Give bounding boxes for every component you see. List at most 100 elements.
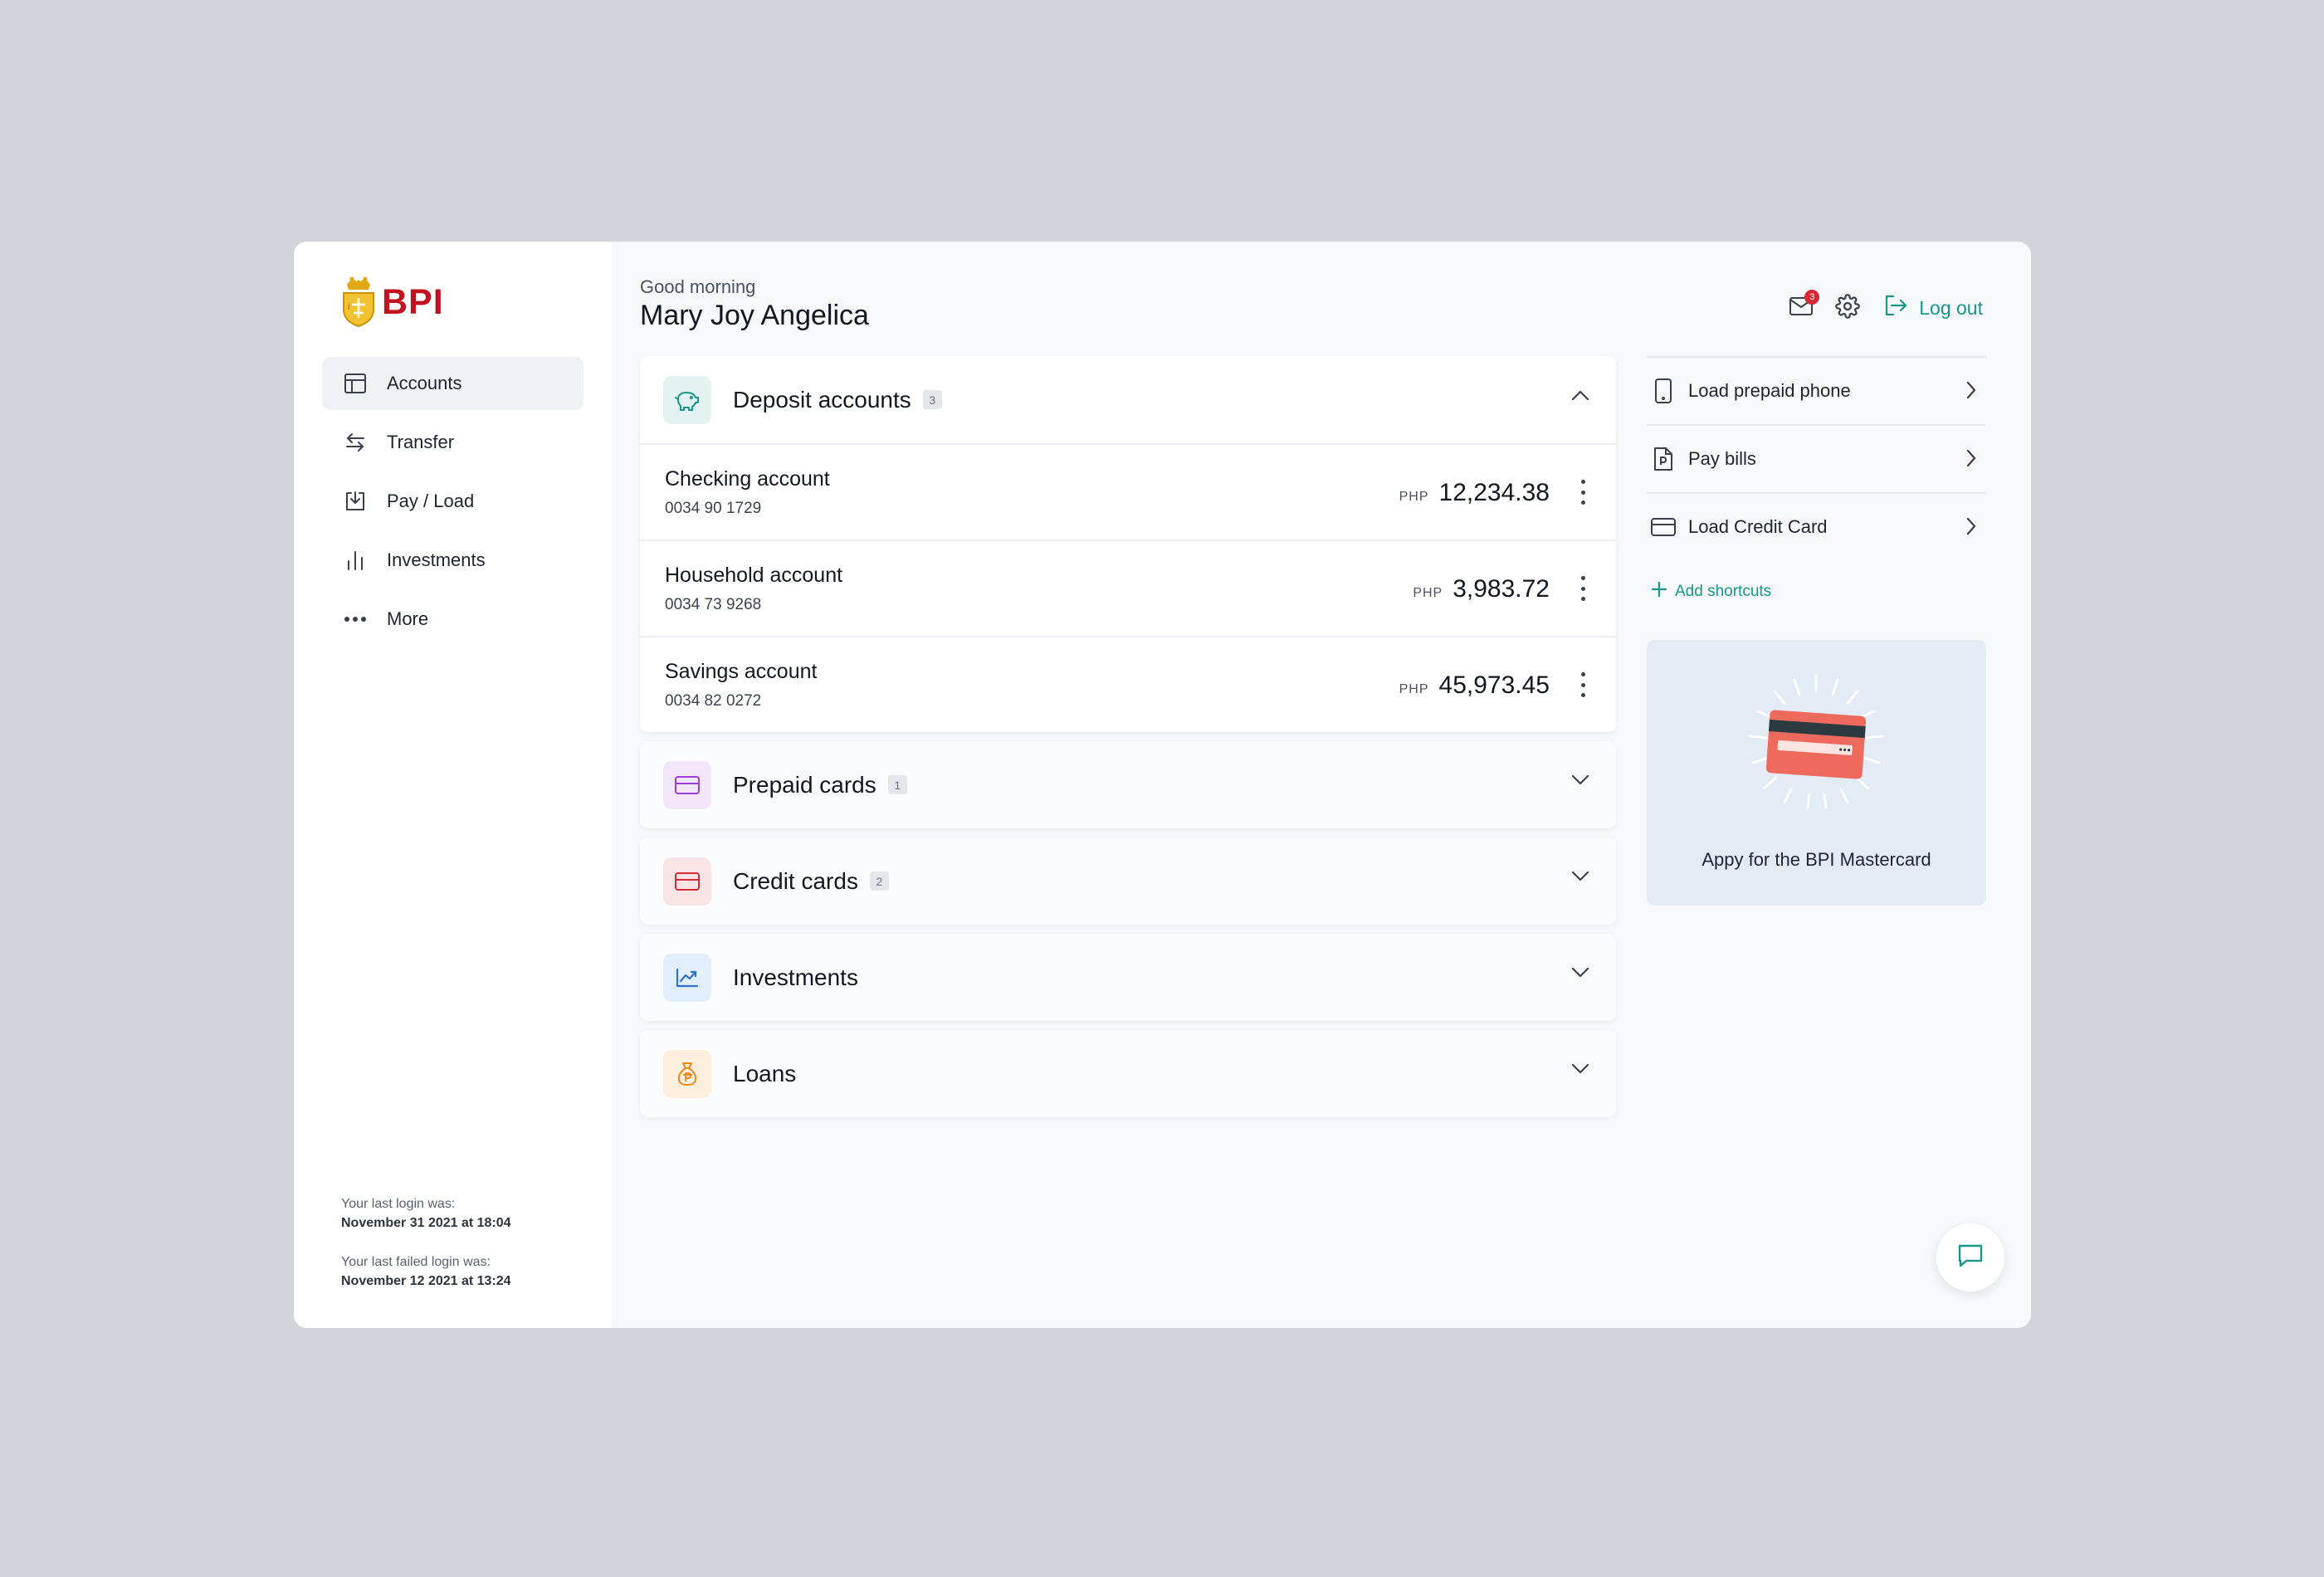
piggy-bank-icon bbox=[663, 375, 711, 424]
balance-amount: 45,973.45 bbox=[1438, 671, 1550, 699]
sidebar-item-label: Pay / Load bbox=[387, 491, 475, 511]
credit-card-icon bbox=[663, 857, 711, 906]
chat-bubble-icon bbox=[1957, 1243, 1984, 1272]
last-login-value: November 31 2021 at 18:04 bbox=[341, 1216, 511, 1230]
chat-button[interactable] bbox=[1936, 1223, 2004, 1291]
deposit-accounts-panel: Deposit accounts 3 Checking account 0034… bbox=[640, 356, 1616, 732]
svg-text:i: i bbox=[348, 300, 350, 312]
logout-icon bbox=[1884, 295, 1919, 321]
credit-cards-header[interactable]: Credit cards 2 bbox=[640, 837, 1616, 925]
prepaid-cards-panel[interactable]: Prepaid cards 1 bbox=[640, 741, 1616, 828]
last-failed-login-value: November 12 2021 at 13:24 bbox=[341, 1274, 511, 1288]
mail-button[interactable]: 3 bbox=[1786, 290, 1820, 323]
shortcuts-column: Load prepaid phone Pay bills Load Credit bbox=[1647, 356, 1986, 906]
chevron-down-icon bbox=[1571, 967, 1589, 983]
account-name: Household account bbox=[665, 563, 843, 587]
panel-title: Credit cards bbox=[733, 867, 858, 894]
logout-label: Log out bbox=[1919, 296, 1983, 319]
currency-label: PHP bbox=[1413, 586, 1443, 600]
currency-label: PHP bbox=[1399, 682, 1429, 696]
chevron-right-icon bbox=[1966, 381, 1976, 404]
add-shortcuts-label: Add shortcuts bbox=[1675, 583, 1772, 600]
bar-chart-icon bbox=[344, 549, 367, 572]
chevron-down-icon bbox=[1571, 871, 1589, 886]
account-balance: PHP 3,983.72 bbox=[1413, 575, 1550, 603]
count-badge: 1 bbox=[887, 775, 907, 794]
sidebar-item-investments[interactable]: Investments bbox=[322, 534, 583, 587]
investments-header[interactable]: Investments bbox=[640, 934, 1616, 1021]
balance-amount: 12,234.38 bbox=[1438, 479, 1550, 506]
credit-card-illustration bbox=[1748, 673, 1884, 809]
last-login-label: Your last login was: bbox=[341, 1197, 456, 1211]
chevron-right-icon bbox=[1966, 517, 1976, 540]
chevron-up-icon bbox=[1571, 389, 1589, 405]
app-window: i BPI Accounts Transfer Pay / Load Inves… bbox=[294, 242, 2031, 1328]
shortcut-pay-bills[interactable]: Pay bills bbox=[1647, 424, 1986, 492]
mail-count-badge: 3 bbox=[1804, 290, 1820, 305]
credit-card-icon bbox=[1650, 514, 1677, 540]
shortcut-load-credit-card[interactable]: Load Credit Card bbox=[1647, 492, 1986, 560]
sidebar-item-label: Transfer bbox=[387, 432, 455, 452]
loans-header[interactable]: Loans bbox=[640, 1030, 1616, 1117]
account-row-checking[interactable]: Checking account 0034 90 1729 PHP 12,234… bbox=[640, 443, 1616, 540]
more-options-icon[interactable] bbox=[1575, 576, 1591, 601]
sidebar-item-more[interactable]: More bbox=[322, 593, 583, 646]
logout-button[interactable]: Log out bbox=[1884, 295, 1983, 321]
account-number: 0034 73 9268 bbox=[665, 595, 762, 613]
transfer-arrows-icon bbox=[344, 431, 367, 454]
brand-name: BPI bbox=[382, 281, 444, 322]
count-badge: 3 bbox=[922, 390, 942, 409]
account-name: Checking account bbox=[665, 466, 830, 491]
panel-title: Deposit accounts bbox=[733, 386, 911, 413]
investments-panel[interactable]: Investments bbox=[640, 934, 1616, 1021]
bpi-logo[interactable]: i BPI bbox=[340, 276, 444, 328]
account-balance: PHP 12,234.38 bbox=[1399, 479, 1550, 507]
phone-icon bbox=[1650, 378, 1677, 404]
shortcut-label: Load prepaid phone bbox=[1688, 380, 1851, 401]
credit-cards-panel[interactable]: Credit cards 2 bbox=[640, 837, 1616, 925]
top-actions: 3 Log out bbox=[1770, 290, 1983, 323]
add-shortcuts-button[interactable]: Add shortcuts bbox=[1647, 581, 1986, 602]
crown-shield-icon: i bbox=[343, 276, 374, 328]
sidebar-item-label: Accounts bbox=[387, 373, 462, 393]
more-dots-icon bbox=[344, 608, 367, 631]
last-failed-login-label: Your last failed login was: bbox=[341, 1255, 491, 1269]
download-tray-icon bbox=[344, 490, 367, 513]
shortcut-label: Pay bills bbox=[1688, 448, 1756, 469]
prepaid-cards-header[interactable]: Prepaid cards 1 bbox=[640, 741, 1616, 828]
accounts-list: Deposit accounts 3 Checking account 0034… bbox=[640, 356, 1616, 1126]
balance-amount: 3,983.72 bbox=[1452, 575, 1550, 603]
sidebar-item-transfer[interactable]: Transfer bbox=[322, 416, 583, 469]
sidebar-item-label: More bbox=[387, 608, 429, 629]
currency-label: PHP bbox=[1399, 490, 1429, 504]
count-badge: 2 bbox=[869, 872, 889, 891]
chevron-down-icon bbox=[1571, 1063, 1589, 1079]
panel-title: Investments bbox=[733, 964, 858, 990]
sidebar-item-pay-load[interactable]: Pay / Load bbox=[322, 475, 583, 528]
layout-icon bbox=[344, 372, 367, 395]
account-number: 0034 90 1729 bbox=[665, 499, 762, 517]
deposit-accounts-header[interactable]: Deposit accounts 3 bbox=[640, 356, 1616, 443]
loans-panel[interactable]: Loans bbox=[640, 1030, 1616, 1117]
account-row-household[interactable]: Household account 0034 73 9268 PHP 3,983… bbox=[640, 540, 1616, 636]
chevron-down-icon bbox=[1571, 774, 1589, 790]
account-balance: PHP 45,973.45 bbox=[1399, 671, 1550, 700]
plus-icon bbox=[1651, 581, 1675, 602]
trend-chart-icon bbox=[663, 953, 711, 1002]
account-row-savings[interactable]: Savings account 0034 82 0272 PHP 45,973.… bbox=[640, 636, 1616, 732]
account-number: 0034 82 0272 bbox=[665, 691, 762, 710]
sidebar-item-label: Investments bbox=[387, 549, 486, 570]
chevron-right-icon bbox=[1966, 449, 1976, 472]
greeting: Good morning bbox=[640, 276, 756, 297]
shortcut-load-prepaid-phone[interactable]: Load prepaid phone bbox=[1647, 356, 1986, 424]
more-options-icon[interactable] bbox=[1575, 480, 1591, 505]
account-name: Savings account bbox=[665, 659, 818, 683]
mastercard-promo-card[interactable]: Appy for the BPI Mastercard bbox=[1647, 640, 1986, 906]
more-options-icon[interactable] bbox=[1575, 672, 1591, 697]
panel-title: Prepaid cards bbox=[733, 771, 876, 798]
login-info: Your last login was: November 31 2021 at… bbox=[341, 1194, 511, 1311]
settings-button[interactable] bbox=[1833, 293, 1863, 323]
bill-document-icon bbox=[1650, 446, 1677, 472]
gear-icon bbox=[1835, 293, 1861, 323]
sidebar-item-accounts[interactable]: Accounts bbox=[322, 357, 583, 410]
